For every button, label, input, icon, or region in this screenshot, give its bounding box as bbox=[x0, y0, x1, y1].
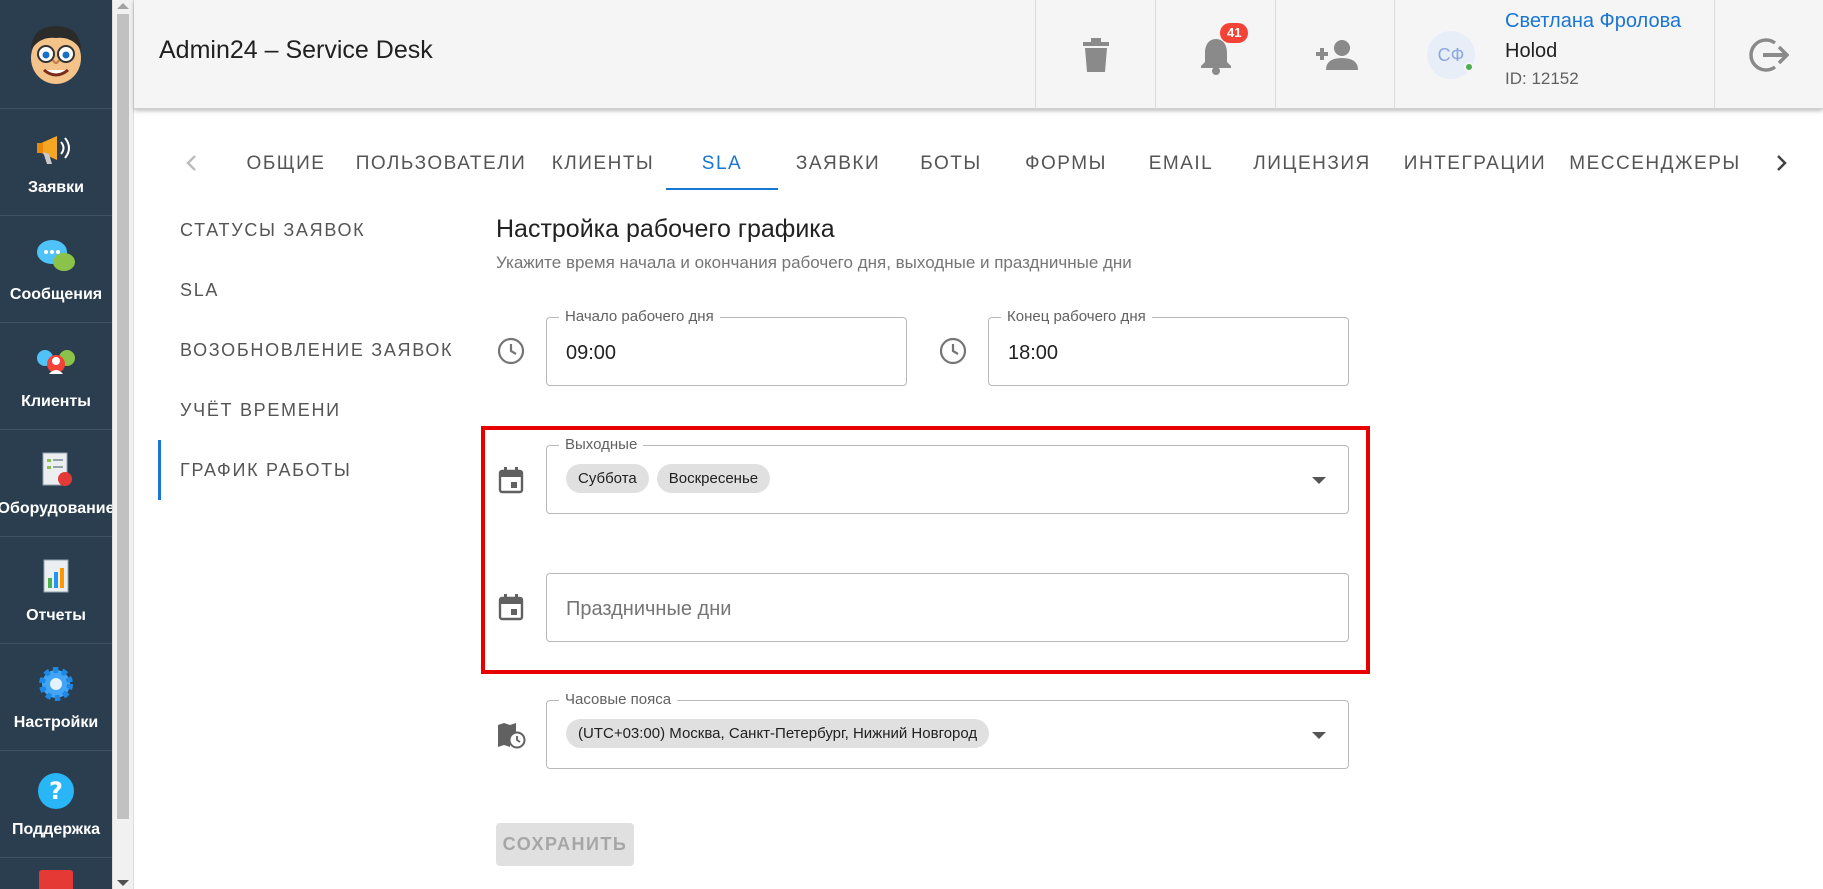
chat-bubbles-icon bbox=[34, 234, 78, 278]
clock-icon bbox=[938, 336, 968, 366]
logout-button[interactable] bbox=[1714, 0, 1823, 109]
tabs-prev-button[interactable] bbox=[176, 148, 206, 178]
chevron-left-icon bbox=[186, 155, 196, 171]
tab-integrations[interactable]: ИНТЕГРАЦИИ bbox=[1390, 138, 1560, 190]
end-time-value[interactable]: 18:00 bbox=[1008, 342, 1058, 365]
notifications-badge: 41 bbox=[1220, 23, 1249, 43]
tabs-next-button[interactable] bbox=[1767, 148, 1797, 178]
weekends-select[interactable]: Выходные Суббота Воскресенье bbox=[546, 436, 1349, 514]
user-org: Holod bbox=[1505, 40, 1558, 62]
nav-item-settings[interactable]: Настройки bbox=[0, 644, 112, 751]
tab-forms[interactable]: ФОРМЫ bbox=[1004, 138, 1128, 190]
nav-item-reports[interactable]: Отчеты bbox=[0, 537, 112, 644]
calendar-icon bbox=[496, 592, 526, 622]
chip-timezone[interactable]: (UTC+03:00) Москва, Санкт-Петербург, Ниж… bbox=[566, 719, 990, 748]
megaphone-icon bbox=[34, 127, 78, 171]
online-status-dot bbox=[1464, 62, 1474, 72]
app-root: Заявки Сообщения Клиенты Оборудование От… bbox=[0, 0, 1823, 889]
app-title: Admin24 – Service Desk bbox=[159, 36, 433, 64]
side-item-work-schedule[interactable]: ГРАФИК РАБОТЫ bbox=[158, 440, 458, 500]
side-item-sla[interactable]: SLA bbox=[158, 260, 458, 320]
tab-clients[interactable]: КЛИЕНТЫ bbox=[540, 138, 666, 190]
user-profile[interactable]: СФ Светлана Фролова Holod ID: 12152 bbox=[1394, 0, 1714, 109]
cartoon-face-icon bbox=[31, 26, 81, 84]
weekends-chips: Суббота Воскресенье bbox=[566, 464, 778, 493]
dropdown-caret-icon[interactable] bbox=[1312, 477, 1326, 484]
nav-item-clients[interactable]: Клиенты bbox=[0, 323, 112, 430]
equipment-icon bbox=[34, 448, 78, 492]
add-user-button[interactable] bbox=[1275, 0, 1395, 109]
weekends-label: Выходные bbox=[559, 436, 644, 453]
timezones-label: Часовые пояса bbox=[559, 691, 678, 708]
save-button[interactable]: СОХРАНИТЬ bbox=[496, 823, 634, 866]
side-menu: СТАТУСЫ ЗАЯВОК SLA ВОЗОБНОВЛЕНИЕ ЗАЯВОК … bbox=[158, 200, 458, 500]
end-time-label: Конец рабочего дня bbox=[1001, 308, 1152, 325]
clock-icon bbox=[496, 336, 526, 366]
svg-text:?: ? bbox=[49, 777, 63, 805]
start-time-label: Начало рабочего дня bbox=[559, 308, 720, 325]
nav-label: Заявки bbox=[28, 179, 84, 196]
timezones-chips: (UTC+03:00) Москва, Санкт-Петербург, Ниж… bbox=[566, 719, 997, 748]
left-nav: Заявки Сообщения Клиенты Оборудование От… bbox=[0, 0, 112, 889]
scroll-down-arrow[interactable] bbox=[117, 880, 129, 886]
logo-avatar[interactable] bbox=[0, 0, 112, 109]
holidays-field[interactable]: Праздничные дни bbox=[546, 573, 1349, 642]
end-time-field[interactable]: Конец рабочего дня 18:00 bbox=[988, 308, 1349, 386]
gear-icon bbox=[34, 662, 78, 706]
nav-item-support[interactable]: ? Поддержка bbox=[0, 751, 112, 858]
side-item-request-statuses[interactable]: СТАТУСЫ ЗАЯВОК bbox=[158, 200, 458, 260]
tab-email[interactable]: EMAIL bbox=[1128, 138, 1234, 190]
chip-sunday[interactable]: Воскресенье bbox=[656, 464, 771, 493]
tab-sla[interactable]: SLA bbox=[666, 138, 778, 190]
help-icon: ? bbox=[34, 769, 78, 813]
tab-license[interactable]: ЛИЦЕНЗИЯ bbox=[1234, 138, 1390, 190]
partial-icon bbox=[39, 870, 73, 889]
nav-label: Клиенты bbox=[21, 393, 91, 410]
section-title: Настройка рабочего графика bbox=[496, 215, 835, 243]
tab-bots[interactable]: БОТЫ bbox=[898, 138, 1004, 190]
holidays-placeholder: Праздничные дни bbox=[566, 598, 732, 620]
tab-messengers[interactable]: МЕССЕНДЖЕРЫ bbox=[1560, 138, 1750, 190]
map-clock-icon bbox=[496, 720, 526, 750]
dropdown-caret-icon[interactable] bbox=[1312, 732, 1326, 739]
calendar-icon bbox=[496, 465, 526, 495]
nav-item-requests[interactable]: Заявки bbox=[0, 109, 112, 216]
nav-label: Поддержка bbox=[11, 821, 101, 838]
nav-item-messages[interactable]: Сообщения bbox=[0, 216, 112, 323]
user-name[interactable]: Светлана Фролова bbox=[1505, 10, 1681, 33]
clients-icon bbox=[34, 341, 78, 385]
tab-general[interactable]: ОБЩИЕ bbox=[230, 138, 342, 190]
start-time-value[interactable]: 09:00 bbox=[566, 342, 616, 365]
start-time-field[interactable]: Начало рабочего дня 09:00 bbox=[546, 308, 907, 386]
tab-requests[interactable]: ЗАЯВКИ bbox=[778, 138, 898, 190]
nav-label: Настройки bbox=[13, 714, 99, 731]
trash-button[interactable] bbox=[1035, 0, 1155, 109]
logout-icon bbox=[1749, 37, 1789, 72]
vertical-scrollbar[interactable] bbox=[112, 0, 134, 889]
scroll-thumb[interactable] bbox=[117, 14, 129, 819]
nav-item-partial[interactable] bbox=[0, 858, 112, 889]
side-item-request-reopen[interactable]: ВОЗОБНОВЛЕНИЕ ЗАЯВОК bbox=[158, 320, 458, 380]
add-user-icon bbox=[1315, 39, 1358, 70]
nav-label: Сообщения bbox=[9, 286, 103, 303]
nav-label: Отчеты bbox=[26, 607, 86, 624]
notifications-button[interactable]: 41 bbox=[1155, 0, 1275, 109]
section-subtitle: Укажите время начала и окончания рабочег… bbox=[496, 253, 1132, 272]
side-item-time-tracking[interactable]: УЧЁТ ВРЕМЕНИ bbox=[158, 380, 458, 440]
scroll-up-arrow[interactable] bbox=[117, 3, 129, 9]
trash-icon bbox=[1082, 37, 1109, 72]
reports-icon bbox=[34, 555, 78, 599]
chip-saturday[interactable]: Суббота bbox=[566, 464, 649, 493]
nav-label: Оборудование bbox=[0, 500, 112, 517]
timezones-select[interactable]: Часовые пояса (UTC+03:00) Москва, Санкт-… bbox=[546, 691, 1349, 769]
chevron-right-icon bbox=[1777, 155, 1787, 171]
settings-tabs: ОБЩИЕ ПОЛЬЗОВАТЕЛИ КЛИЕНТЫ SLA ЗАЯВКИ БО… bbox=[170, 138, 1810, 190]
nav-item-equipment[interactable]: Оборудование bbox=[0, 430, 112, 537]
tab-users[interactable]: ПОЛЬЗОВАТЕЛИ bbox=[342, 138, 540, 190]
user-id: ID: 12152 bbox=[1505, 69, 1579, 88]
top-header: Admin24 – Service Desk 41 СФ Светлана Фр… bbox=[134, 0, 1823, 109]
